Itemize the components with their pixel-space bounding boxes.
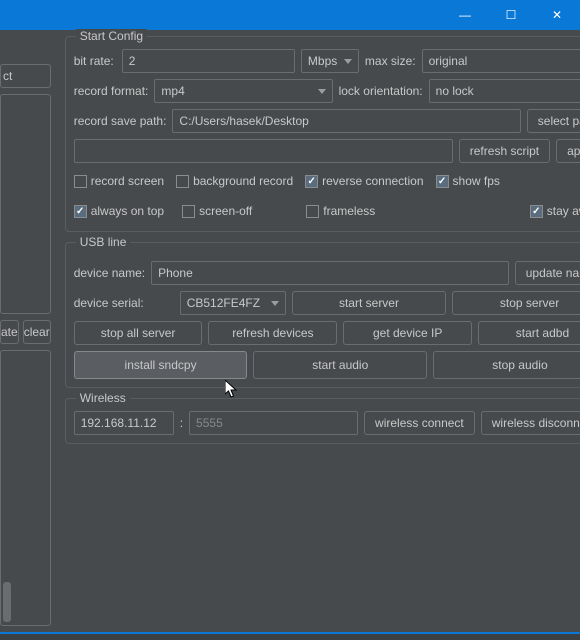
wireless-group: Wireless : wireless connect wireless dis… xyxy=(65,398,580,444)
device-serial-select[interactable]: CB512FE4FZ xyxy=(180,291,286,315)
start-server-button[interactable]: start server xyxy=(292,291,447,315)
select-path-button[interactable]: select path xyxy=(527,109,580,133)
lock-select[interactable]: no lock xyxy=(429,79,580,103)
show-fps-checkbox[interactable]: show fps xyxy=(436,174,500,188)
path-label: record save path: xyxy=(74,114,167,128)
stop-all-server-button[interactable]: stop all server xyxy=(74,321,203,345)
bitrate-unit-select[interactable]: Mbps xyxy=(301,49,359,73)
left-button-1[interactable]: ct xyxy=(0,64,51,88)
install-sndcpy-button[interactable]: install sndcpy xyxy=(74,351,248,379)
script-input[interactable] xyxy=(74,139,453,163)
left-list-1 xyxy=(0,94,51,314)
apply-button[interactable]: apply xyxy=(556,139,580,163)
wireless-port-input[interactable] xyxy=(189,411,358,435)
bitrate-input[interactable] xyxy=(122,49,295,73)
usb-group: USB line device name: update name device… xyxy=(65,242,580,388)
wireless-disconnect-button[interactable]: wireless disconnect xyxy=(481,411,580,435)
left-panel: ct ate clear xyxy=(0,30,57,632)
background-record-checkbox[interactable]: background record xyxy=(176,174,293,188)
titlebar: — ☐ ✕ xyxy=(0,0,580,30)
usb-title: USB line xyxy=(76,235,131,249)
device-serial-label: device serial: xyxy=(74,296,174,310)
device-name-label: device name: xyxy=(74,266,145,280)
stop-server-button[interactable]: stop server xyxy=(452,291,580,315)
lock-label: lock orientation: xyxy=(339,84,423,98)
get-device-ip-button[interactable]: get device IP xyxy=(343,321,472,345)
start-adbd-button[interactable]: start adbd xyxy=(478,321,580,345)
wireless-ip-input[interactable] xyxy=(74,411,174,435)
stop-audio-button[interactable]: stop audio xyxy=(433,351,580,379)
format-select[interactable]: mp4 xyxy=(154,79,332,103)
record-screen-checkbox[interactable]: record screen xyxy=(74,174,164,188)
maximize-button[interactable]: ☐ xyxy=(488,0,534,30)
reverse-connection-checkbox[interactable]: reverse connection xyxy=(305,174,423,188)
start-audio-button[interactable]: start audio xyxy=(253,351,427,379)
left-list-2 xyxy=(0,350,51,626)
refresh-script-button[interactable]: refresh script xyxy=(459,139,550,163)
left-button-2[interactable]: ate xyxy=(0,320,19,344)
refresh-devices-button[interactable]: refresh devices xyxy=(208,321,337,345)
start-config-group: Start Config bit rate: Mbps max size: or… xyxy=(65,36,580,232)
stay-awake-checkbox[interactable]: stay awake xyxy=(530,204,580,218)
device-name-input[interactable] xyxy=(151,261,509,285)
maxsize-select[interactable]: original xyxy=(422,49,580,73)
scrollbar-thumb[interactable] xyxy=(3,582,11,622)
minimize-button[interactable]: — xyxy=(442,0,488,30)
path-input[interactable] xyxy=(172,109,520,133)
colon: : xyxy=(180,416,183,430)
cursor-icon xyxy=(225,380,241,400)
screen-off-checkbox[interactable]: screen-off xyxy=(182,204,252,218)
maxsize-label: max size: xyxy=(365,54,416,68)
always-on-top-checkbox[interactable]: always on top xyxy=(74,204,164,218)
left-button-3[interactable]: clear xyxy=(23,320,51,344)
bitrate-label: bit rate: xyxy=(74,54,116,68)
update-name-button[interactable]: update name xyxy=(515,261,580,285)
start-config-title: Start Config xyxy=(76,29,147,43)
wireless-title: Wireless xyxy=(76,391,130,405)
format-label: record format: xyxy=(74,84,149,98)
wireless-connect-button[interactable]: wireless connect xyxy=(364,411,475,435)
close-button[interactable]: ✕ xyxy=(534,0,580,30)
frameless-checkbox[interactable]: frameless xyxy=(306,204,375,218)
